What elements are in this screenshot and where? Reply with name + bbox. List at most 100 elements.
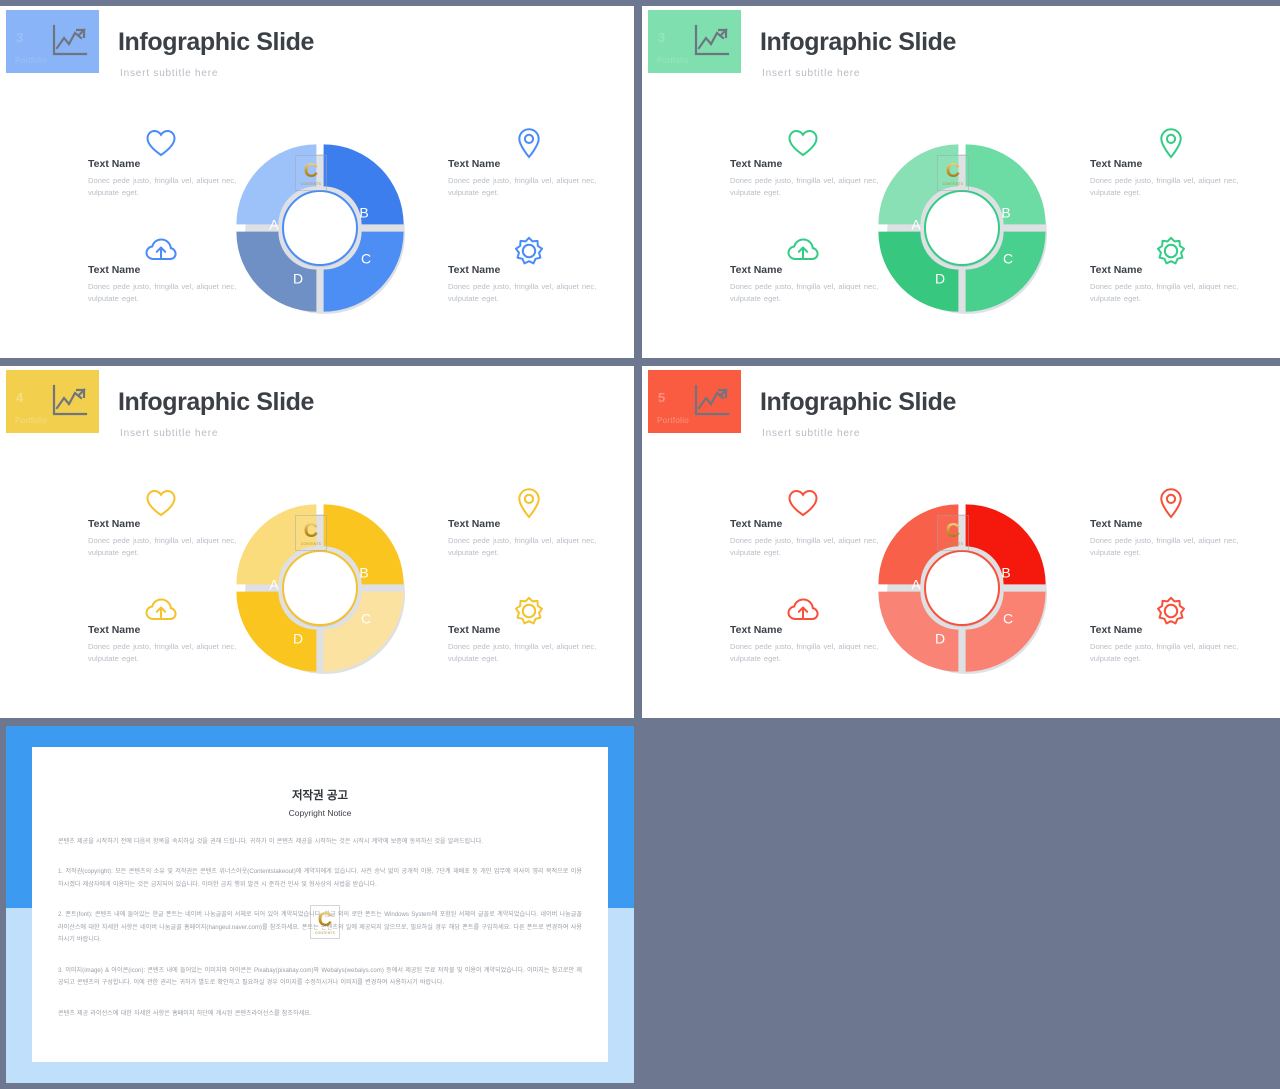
info-desc: Donec pede justo, fringilla vel, aliquet… <box>88 282 237 304</box>
info-desc: Donec pede justo, fringilla vel, aliquet… <box>730 642 879 664</box>
info-title: Text Name <box>730 518 783 530</box>
svg-text:A: A <box>911 577 921 593</box>
info-title: Text Name <box>730 158 783 170</box>
info-title: Text Name <box>730 264 783 276</box>
info-block: Text Name Donec pede justo, fringilla ve… <box>1090 624 1242 666</box>
heart-icon <box>144 126 178 160</box>
svg-text:B: B <box>1001 205 1010 221</box>
info-block: Text Name Donec pede justo, fringilla ve… <box>448 264 600 306</box>
slide-thumbnail-copyright[interactable]: 저작권 공고 Copyright Notice 콘텐츠 제공을 시작하기 전에 … <box>6 726 634 1083</box>
svg-text:C: C <box>361 251 371 267</box>
info-block: Text Name Donec pede justo, fringilla ve… <box>448 518 600 560</box>
map-pin-icon <box>512 486 546 520</box>
donut-chart: A B C D C CONTENTS <box>232 140 408 316</box>
gear-badge-icon <box>1154 594 1188 628</box>
svg-text:A: A <box>269 577 279 593</box>
page-title: Infographic Slide <box>760 28 956 56</box>
contents-watermark: C CONTENTS <box>295 155 327 191</box>
info-block: Text Name Donec pede justo, fringilla ve… <box>88 518 240 560</box>
info-block: Text Name Donec pede justo, fringilla ve… <box>448 158 600 200</box>
info-desc: Donec pede justo, fringilla vel, aliquet… <box>448 536 597 558</box>
page-subtitle: Insert subtitle here <box>120 428 219 439</box>
slide-kicker: Portfolio <box>657 416 690 425</box>
slide-thumbnail-1[interactable]: 3 Portfolio Infographic Slide Insert sub… <box>0 6 634 358</box>
info-title: Text Name <box>448 158 501 170</box>
slide-number: 5 <box>658 390 666 405</box>
slide-badge: 3 Portfolio <box>648 10 741 73</box>
copyright-intro: 콘텐츠 제공을 시작하기 전에 다음의 항목을 숙지하실 것을 권해 드립니다.… <box>58 838 484 845</box>
svg-text:B: B <box>359 565 368 581</box>
heart-icon <box>144 486 178 520</box>
info-title: Text Name <box>88 518 141 530</box>
svg-text:D: D <box>293 271 303 287</box>
info-desc: Donec pede justo, fringilla vel, aliquet… <box>1090 642 1239 664</box>
info-desc: Donec pede justo, fringilla vel, aliquet… <box>448 642 597 664</box>
slide-thumbnail-2[interactable]: 3 Portfolio Infographic Slide Insert sub… <box>642 6 1280 358</box>
slide-number: 3 <box>16 30 24 45</box>
line-chart-icon <box>690 382 732 420</box>
gear-badge-icon <box>512 234 546 268</box>
info-title: Text Name <box>730 624 783 636</box>
slide-kicker: Portfolio <box>15 416 48 425</box>
contents-watermark: C CONTENTS <box>310 905 340 939</box>
info-title: Text Name <box>1090 158 1143 170</box>
contents-watermark: C CONTENTS <box>937 515 969 551</box>
info-block: Text Name Donec pede justo, fringilla ve… <box>1090 518 1242 560</box>
info-desc: Donec pede justo, fringilla vel, aliquet… <box>730 282 879 304</box>
info-block: Text Name Donec pede justo, fringilla ve… <box>1090 158 1242 200</box>
slide-badge: 4 Portfolio <box>6 370 99 433</box>
cloud-upload-icon <box>786 594 820 628</box>
copyright-title-ko: 저작권 공고 <box>291 790 349 802</box>
slide-number: 3 <box>658 30 666 45</box>
copyright-title-en: Copyright Notice <box>288 808 352 818</box>
gear-badge-icon <box>512 594 546 628</box>
page-title: Infographic Slide <box>118 28 314 56</box>
line-chart-icon <box>48 22 90 60</box>
info-title: Text Name <box>448 624 501 636</box>
watermark-caption: CONTENTS <box>942 541 964 546</box>
map-pin-icon <box>1154 486 1188 520</box>
info-block: Text Name Donec pede justo, fringilla ve… <box>730 158 882 200</box>
info-desc: Donec pede justo, fringilla vel, aliquet… <box>88 642 237 664</box>
info-desc: Donec pede justo, fringilla vel, aliquet… <box>88 536 237 558</box>
slide-thumbnail-3[interactable]: 4 Portfolio Infographic Slide Insert sub… <box>0 366 634 718</box>
svg-text:C: C <box>1003 251 1013 267</box>
watermark-letter: C <box>317 908 333 931</box>
info-block: Text Name Donec pede justo, fringilla ve… <box>88 158 240 200</box>
watermark-letter: C <box>945 519 961 542</box>
page-subtitle: Insert subtitle here <box>762 68 861 79</box>
watermark-caption: CONTENTS <box>300 181 322 186</box>
info-title: Text Name <box>88 158 141 170</box>
slide-number: 4 <box>16 390 24 405</box>
svg-text:B: B <box>359 205 368 221</box>
watermark-caption: CONTENTS <box>314 930 336 935</box>
info-title: Text Name <box>1090 518 1143 530</box>
svg-text:C: C <box>361 611 371 627</box>
copyright-section-1: 1. 저작권(copyright): 모든 콘텐츠의 소유 및 저작권은 콘텐츠… <box>58 868 582 888</box>
svg-text:D: D <box>293 631 303 647</box>
info-desc: Donec pede justo, fringilla vel, aliquet… <box>1090 282 1239 304</box>
copyright-page: 저작권 공고 Copyright Notice 콘텐츠 제공을 시작하기 전에 … <box>32 747 608 1062</box>
watermark-letter: C <box>303 159 319 182</box>
info-title: Text Name <box>88 264 141 276</box>
info-desc: Donec pede justo, fringilla vel, aliquet… <box>730 176 879 198</box>
slide-badge: 5 Portfolio <box>648 370 741 433</box>
svg-text:D: D <box>935 631 945 647</box>
slide-badge: 3 Portfolio <box>6 10 99 73</box>
slide-thumbnail-4[interactable]: 5 Portfolio Infographic Slide Insert sub… <box>642 366 1280 718</box>
presentation-thumbnail-grid: 3 Portfolio Infographic Slide Insert sub… <box>0 0 1280 1089</box>
watermark-caption: CONTENTS <box>300 541 322 546</box>
donut-chart: A B C D C CONTENTS <box>874 500 1050 676</box>
slide-kicker: Portfolio <box>657 56 690 65</box>
watermark-letter: C <box>303 519 319 542</box>
donut-chart: A B C D C CONTENTS <box>232 500 408 676</box>
page-subtitle: Insert subtitle here <box>762 428 861 439</box>
copyright-section-3: 3. 이미지(image) & 아이콘(icon): 콘텐츠 내에 들어있는 이… <box>58 966 582 987</box>
info-block: Text Name Donec pede justo, fringilla ve… <box>448 624 600 666</box>
heart-icon <box>786 126 820 160</box>
watermark-caption: CONTENTS <box>942 181 964 186</box>
info-title: Text Name <box>88 624 141 636</box>
info-block: Text Name Donec pede justo, fringilla ve… <box>730 264 882 306</box>
copyright-footer: 콘텐츠 제공 라이선스에 대한 자세한 사항은 홈페이지 하단에 게시된 콘텐츠… <box>58 1009 312 1017</box>
page-title: Infographic Slide <box>118 388 314 416</box>
